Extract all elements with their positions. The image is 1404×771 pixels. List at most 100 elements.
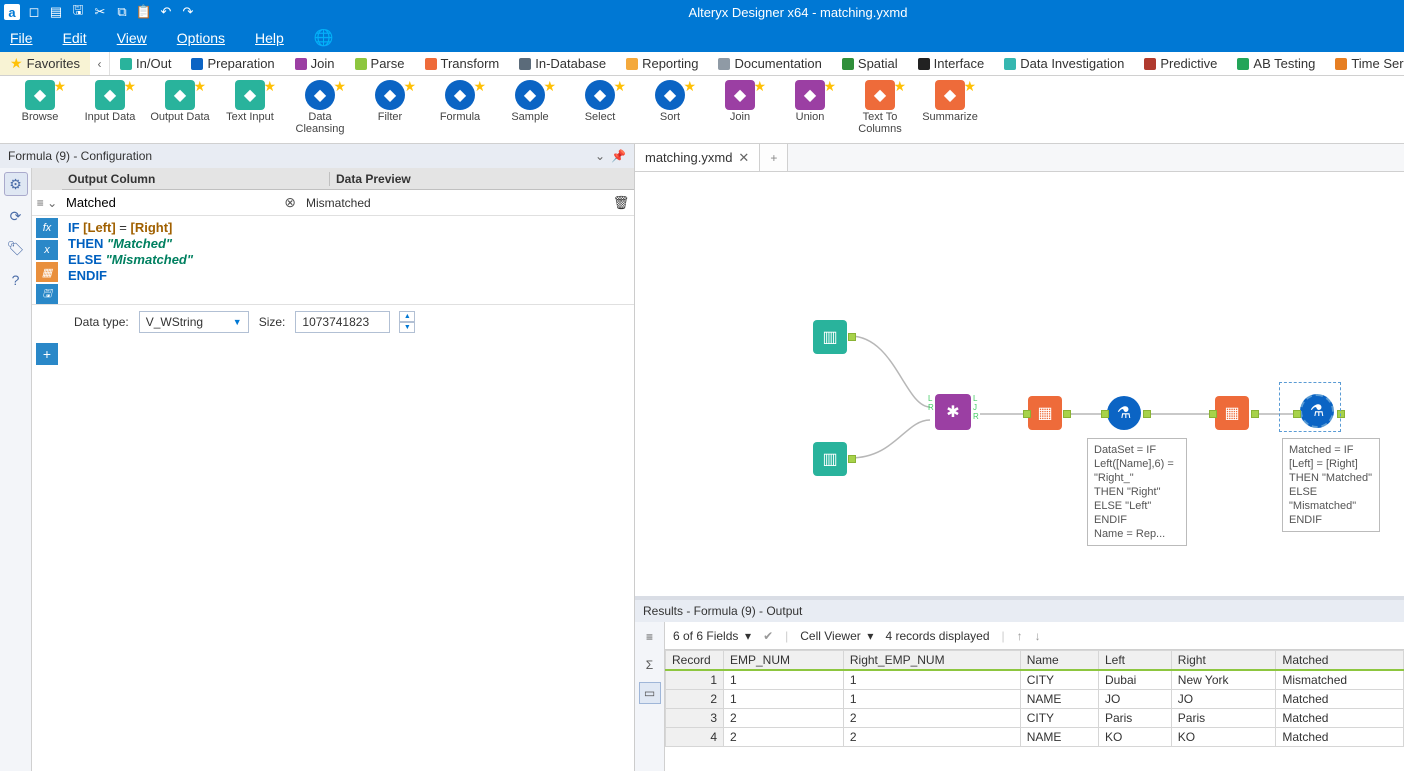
columns-icon[interactable]: ▦ <box>36 262 58 282</box>
wf-input-2[interactable]: ▥ <box>813 442 847 476</box>
size-up[interactable]: ▲ <box>399 311 415 322</box>
data-icon[interactable]: ▭ <box>639 682 661 704</box>
dropdown-icon[interactable]: ⌄ <box>595 149 605 163</box>
size-down[interactable]: ▼ <box>399 322 415 333</box>
cell-viewer-dropdown[interactable]: Cell Viewer ▾ <box>800 629 873 643</box>
col-emp_num[interactable]: EMP_NUM <box>724 651 844 671</box>
cat-time-series[interactable]: Time Series <box>1325 56 1404 71</box>
paste-icon[interactable]: 📋 <box>136 4 152 20</box>
tag-icon[interactable]: 🏷 <box>4 236 28 260</box>
menu-options[interactable]: Options <box>177 30 225 47</box>
tool-sample[interactable]: ★◆Sample <box>500 80 560 123</box>
workflow-canvas[interactable]: ▥ ▥ ✱ LR LJR ▦ ⚗ ▦ ⚗ DataSet = IF Left([… <box>635 172 1404 596</box>
tool-label: Summarize <box>922 111 978 123</box>
wf-formula-2-selected[interactable]: ⚗ <box>1300 394 1334 428</box>
menu-file[interactable]: File <box>10 30 33 47</box>
fx-icon[interactable]: fx <box>36 218 58 238</box>
redo-icon[interactable]: ↷ <box>180 4 196 20</box>
tool-browse[interactable]: ★◆Browse <box>10 80 70 123</box>
cat-spatial[interactable]: Spatial <box>832 56 908 71</box>
tab-matching[interactable]: matching.yxmd ✕ <box>635 144 760 171</box>
menu-view[interactable]: View <box>117 30 147 47</box>
cat-join[interactable]: Join <box>285 56 345 71</box>
cat-label: Time Series <box>1351 56 1404 71</box>
delete-icon[interactable]: 🗑 <box>608 195 634 211</box>
pin-icon[interactable]: 📌 <box>611 149 626 163</box>
cat-glyph-icon <box>842 58 854 70</box>
cat-ab-testing[interactable]: AB Testing <box>1227 56 1325 71</box>
cat-scroll-left[interactable]: ‹ <box>90 52 110 75</box>
favorites-tool-strip: ★◆Browse★◆Input Data★◆Output Data★◆Text … <box>0 76 1404 144</box>
col-record[interactable]: Record <box>666 651 724 671</box>
summary-icon[interactable]: Σ <box>639 654 661 676</box>
table-row[interactable]: 211NAMEJOJOMatched <box>666 690 1404 709</box>
tool-summarize[interactable]: ★◆Summarize <box>920 80 980 123</box>
col-right[interactable]: Right <box>1171 651 1276 671</box>
tool-filter[interactable]: ★◆Filter <box>360 80 420 123</box>
cat-preparation[interactable]: Preparation <box>181 56 284 71</box>
col-matched[interactable]: Matched <box>1276 651 1404 671</box>
messages-icon[interactable]: ≡ <box>639 626 661 648</box>
new-icon[interactable]: ◻ <box>26 4 42 20</box>
wf-join[interactable]: ✱ <box>935 394 971 430</box>
gear-icon[interactable]: ⚙ <box>4 172 28 196</box>
cat-reporting[interactable]: Reporting <box>616 56 708 71</box>
copy-icon[interactable]: ⧉ <box>114 4 130 20</box>
row-handle[interactable]: ≡ ⌄ <box>32 196 62 210</box>
output-column-input[interactable] <box>66 195 284 210</box>
cat-glyph-icon <box>918 58 930 70</box>
menu-edit[interactable]: Edit <box>63 30 87 47</box>
formula-editor[interactable]: IF [Left] = [Right] THEN "Matched" ELSE … <box>62 216 634 304</box>
cat-favorites[interactable]: ★Favorites <box>0 52 90 75</box>
table-row[interactable]: 322CITYParisParisMatched <box>666 709 1404 728</box>
save-formula-icon[interactable]: 🖫 <box>36 284 58 304</box>
cat-transform[interactable]: Transform <box>415 56 510 71</box>
datatype-select[interactable]: V_WString▼ <box>139 311 249 333</box>
var-icon[interactable]: x <box>36 240 58 260</box>
table-row[interactable]: 111CITYDubaiNew YorkMismatched <box>666 670 1404 690</box>
tool-text-to-columns[interactable]: ★◆Text To Columns <box>850 80 910 135</box>
cat-interface[interactable]: Interface <box>908 56 995 71</box>
col-name[interactable]: Name <box>1020 651 1098 671</box>
tool-data-cleansing[interactable]: ★◆Data Cleansing <box>290 80 350 135</box>
tool-union[interactable]: ★◆Union <box>780 80 840 123</box>
size-input[interactable]: 1073741823 <box>295 311 390 333</box>
tool-formula[interactable]: ★◆Formula <box>430 80 490 123</box>
cat-parse[interactable]: Parse <box>345 56 415 71</box>
tool-join[interactable]: ★◆Join <box>710 80 770 123</box>
col-right_emp_num[interactable]: Right_EMP_NUM <box>843 651 1020 671</box>
col-left[interactable]: Left <box>1098 651 1171 671</box>
menu-globe-icon[interactable]: 🌐 <box>314 28 334 49</box>
save-icon[interactable]: 🖫 <box>70 4 86 20</box>
cat-predictive[interactable]: Predictive <box>1134 56 1227 71</box>
cat-in-database[interactable]: In-Database <box>509 56 616 71</box>
check-icon[interactable]: ✔ <box>763 629 773 643</box>
tool-input-data[interactable]: ★◆Input Data <box>80 80 140 123</box>
tool-select[interactable]: ★◆Select <box>570 80 630 123</box>
wf-formula-1[interactable]: ⚗ <box>1107 396 1141 430</box>
anchor-icon[interactable]: ⟳ <box>4 204 28 228</box>
cat-in/out[interactable]: In/Out <box>110 56 181 71</box>
tool-text-input[interactable]: ★◆Text Input <box>220 80 280 123</box>
wf-transpose-1[interactable]: ▦ <box>1028 396 1062 430</box>
clear-icon[interactable]: ⊗ <box>284 194 296 211</box>
cat-data-investigation[interactable]: Data Investigation <box>994 56 1134 71</box>
wf-input-1[interactable]: ▥ <box>813 320 847 354</box>
new-tab-button[interactable]: + <box>760 144 788 171</box>
help-icon[interactable]: ? <box>4 268 28 292</box>
table-row[interactable]: 422NAMEKOKOMatched <box>666 728 1404 747</box>
tool-sort[interactable]: ★◆Sort <box>640 80 700 123</box>
cat-documentation[interactable]: Documentation <box>708 56 831 71</box>
prev-icon[interactable]: ↑ <box>1017 629 1023 643</box>
undo-icon[interactable]: ↶ <box>158 4 174 20</box>
add-expression-button[interactable]: + <box>36 343 58 365</box>
results-table[interactable]: RecordEMP_NUMRight_EMP_NUMNameLeftRightM… <box>665 650 1404 771</box>
menu-help[interactable]: Help <box>255 30 284 47</box>
wf-transpose-2[interactable]: ▦ <box>1215 396 1249 430</box>
open-icon[interactable]: ▤ <box>48 4 64 20</box>
tool-output-data[interactable]: ★◆Output Data <box>150 80 210 123</box>
fields-dropdown[interactable]: 6 of 6 Fields ▾ <box>673 629 751 643</box>
close-icon[interactable]: ✕ <box>738 150 749 166</box>
cut-icon[interactable]: ✂ <box>92 4 108 20</box>
next-icon[interactable]: ↓ <box>1035 629 1041 643</box>
